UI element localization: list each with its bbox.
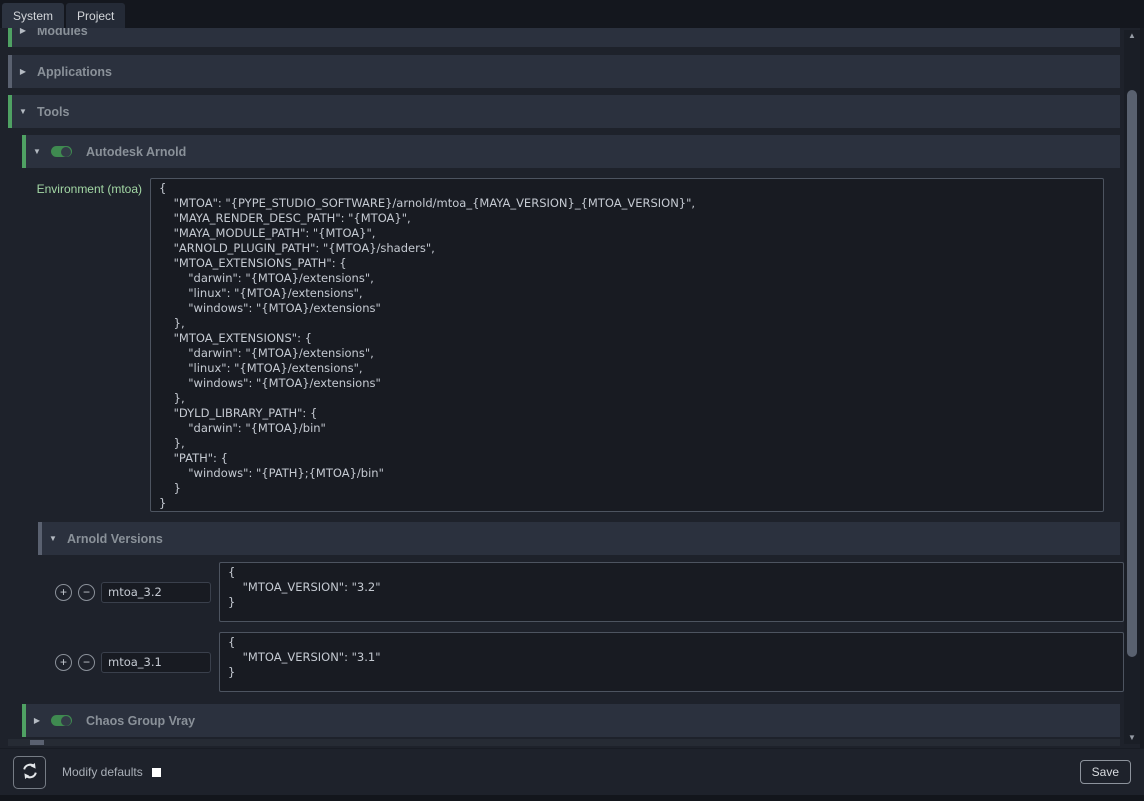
horizontal-scrollbar[interactable] [8, 739, 1120, 746]
section-title: Tools [37, 105, 69, 119]
version-key-input[interactable] [101, 582, 211, 603]
window-bottom-edge [0, 795, 1144, 801]
save-button[interactable]: Save [1080, 760, 1131, 784]
refresh-icon [21, 762, 39, 783]
footer-toolbar: Modify defaults Save [0, 748, 1144, 795]
settings-window: System Project ▶ Modules ▶ Applications … [0, 0, 1144, 801]
section-header-tools[interactable]: ▼ Tools [8, 95, 1120, 128]
settings-scroll-area: ▶ Modules ▶ Applications ▼ Tools ▼ Autod… [0, 28, 1144, 748]
section-header-modules[interactable]: ▶ Modules [8, 28, 1120, 47]
chevron-right-icon[interactable]: ▶ [17, 28, 29, 35]
scroll-content: ▶ Modules ▶ Applications ▼ Tools ▼ Autod… [0, 28, 1124, 738]
tab-project[interactable]: Project [66, 3, 125, 28]
section-title: Applications [37, 65, 112, 79]
scroll-down-icon[interactable]: ▼ [1124, 732, 1140, 744]
horizontal-scrollbar-thumb[interactable] [30, 740, 44, 745]
chevron-right-icon[interactable]: ▶ [17, 67, 29, 76]
section-header-applications[interactable]: ▶ Applications [8, 55, 1120, 88]
chevron-down-icon[interactable]: ▼ [17, 107, 29, 116]
remove-version-button[interactable]: − [78, 584, 95, 601]
modify-defaults-label: Modify defaults [62, 765, 143, 779]
enabled-toggle-icon[interactable] [51, 715, 72, 726]
scroll-up-icon[interactable]: ▲ [1124, 30, 1140, 42]
vertical-scrollbar-thumb[interactable] [1127, 90, 1137, 657]
add-version-button[interactable]: + [55, 654, 72, 671]
section-header-arnold-versions[interactable]: ▼ Arnold Versions [38, 522, 1120, 555]
modify-defaults-checkbox[interactable] [152, 768, 161, 777]
tab-bar: System Project [0, 0, 1144, 28]
add-version-button[interactable]: + [55, 584, 72, 601]
section-title: Modules [37, 28, 88, 38]
version-key-input[interactable] [101, 652, 211, 673]
version-json-textarea[interactable]: { "MTOA_VERSION": "3.2" } [219, 562, 1124, 622]
chevron-right-icon[interactable]: ▶ [31, 716, 43, 725]
chevron-down-icon[interactable]: ▼ [31, 147, 43, 156]
remove-version-button[interactable]: − [78, 654, 95, 671]
tab-system[interactable]: System [2, 3, 64, 28]
environment-label: Environment (mtoa) [8, 178, 142, 512]
window-edge [1140, 28, 1144, 748]
section-header-autodesk-arnold[interactable]: ▼ Autodesk Arnold [22, 135, 1120, 168]
version-row: + − { "MTOA_VERSION": "3.2" } [48, 562, 1124, 622]
enabled-toggle-icon[interactable] [51, 146, 72, 157]
section-title: Chaos Group Vray [86, 714, 195, 728]
section-header-chaos-group-vray[interactable]: ▶ Chaos Group Vray [22, 704, 1120, 737]
environment-json-textarea[interactable]: { "MTOA": "{PYPE_STUDIO_SOFTWARE}/arnold… [150, 178, 1104, 512]
version-json-textarea[interactable]: { "MTOA_VERSION": "3.1" } [219, 632, 1124, 692]
environment-row: Environment (mtoa) { "MTOA": "{PYPE_STUD… [8, 178, 1124, 512]
vertical-scrollbar[interactable]: ▲ ▼ [1124, 30, 1140, 744]
version-row: + − { "MTOA_VERSION": "3.1" } [48, 632, 1124, 692]
refresh-button[interactable] [13, 756, 46, 789]
section-title: Autodesk Arnold [86, 145, 186, 159]
chevron-down-icon[interactable]: ▼ [47, 534, 59, 543]
section-title: Arnold Versions [67, 532, 163, 546]
